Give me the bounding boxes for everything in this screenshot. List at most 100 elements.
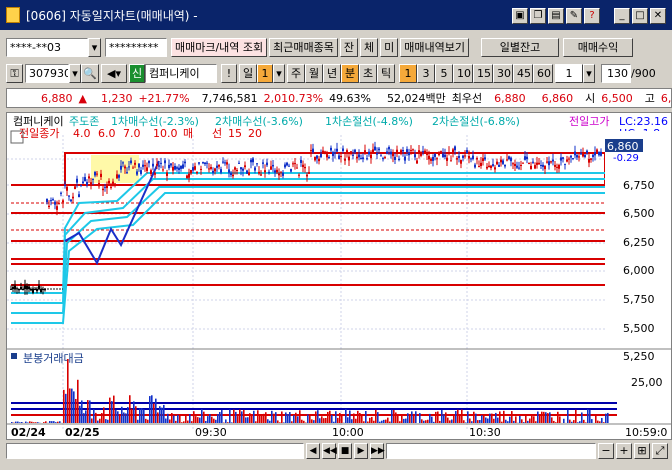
period-weekly-tab[interactable]: 주 [287, 63, 305, 83]
volume-bar [367, 421, 369, 423]
expand-button[interactable]: ⤢ [652, 443, 668, 459]
interval-3-button[interactable]: 3 [417, 63, 435, 83]
fit-button[interactable]: ⊞ [634, 443, 650, 459]
warning-mark[interactable]: ! [221, 63, 237, 83]
password-field[interactable]: ********* [105, 37, 167, 57]
y-tick-5: 5,500 [623, 322, 655, 335]
period-count-field[interactable]: 1 [257, 63, 273, 83]
volume-bar [569, 419, 571, 423]
volume-bar [151, 395, 153, 423]
volume-bar [451, 419, 453, 423]
interval-1-button[interactable]: 1 [399, 63, 417, 83]
maximize-button[interactable]: □ [632, 8, 648, 24]
interval-5-button[interactable]: 5 [435, 63, 453, 83]
search-icon[interactable]: 🔍 [81, 63, 99, 83]
candle-body [170, 163, 172, 166]
candle-body [198, 162, 200, 164]
candle-body [328, 156, 330, 159]
candle-body [442, 153, 444, 158]
volume-bar [233, 409, 235, 423]
period-yearly-tab[interactable]: 년 [323, 63, 341, 83]
period-monthly-tab[interactable]: 월 [305, 63, 323, 83]
candle-body [126, 172, 128, 174]
interval-30-button[interactable]: 30 [493, 63, 513, 83]
fast-forward-button[interactable]: ▶▶ [370, 443, 385, 459]
lock-icon[interactable]: ⚿ [6, 63, 23, 83]
filled-tab[interactable]: 체 [360, 37, 379, 57]
settings-icon[interactable]: ✎ [566, 8, 582, 24]
balance-tab[interactable]: 잔 [339, 37, 359, 57]
speaker-icon[interactable]: ◀▾ [101, 63, 127, 83]
code-dropdown-arrow[interactable]: ▾ [69, 63, 81, 83]
unfilled-tab[interactable]: 미 [380, 37, 399, 57]
volume-bar [49, 421, 51, 423]
bar-count-field[interactable]: 130 [601, 63, 631, 83]
rewind-button[interactable]: ◀◀ [322, 443, 337, 459]
volume-bar [355, 418, 357, 423]
zoom-in-button[interactable]: + [616, 443, 632, 459]
candle-body [156, 163, 158, 166]
interval-10-button[interactable]: 10 [453, 63, 473, 83]
print-icon[interactable]: ▤ [548, 8, 564, 24]
period-minute-tab[interactable]: 분 [341, 63, 359, 83]
volume-bar [579, 421, 581, 423]
volume-bar [169, 419, 171, 423]
candle-body [482, 158, 484, 162]
chart-scrollbar[interactable] [6, 443, 304, 459]
scroll-left-button[interactable]: ◀ [306, 443, 320, 459]
zoom-track[interactable] [386, 443, 596, 459]
minimize-button[interactable]: _ [614, 8, 630, 24]
period-dropdown-arrow[interactable]: ▾ [273, 63, 285, 83]
volume-bar [349, 410, 351, 423]
volume-bar [115, 409, 117, 423]
interval-60-button[interactable]: 60 [533, 63, 553, 83]
ma-param-2: 6.0 [98, 127, 116, 140]
stock-code-input[interactable]: 307930 [25, 63, 69, 83]
zoom-out-button[interactable]: − [598, 443, 614, 459]
price-chart[interactable]: 컴퍼니케이 주도존 1차매수선(-2.3%) 2차매수선(-3.6%) 1차손절… [6, 112, 672, 440]
link-icon[interactable]: ▣ [512, 8, 528, 24]
volume-bar [251, 414, 253, 423]
volume-bar [463, 420, 465, 423]
volume-bar [369, 417, 371, 423]
help-icon[interactable]: ? [584, 8, 600, 24]
recent-trades-button[interactable]: 최근매매종목 [269, 37, 338, 57]
period-daily-tab[interactable]: 일 [239, 63, 257, 83]
candle-body [186, 175, 188, 179]
candle-body [576, 155, 578, 158]
candle-body [314, 156, 316, 161]
volume-bar [199, 417, 201, 423]
custom-interval-field[interactable]: 1 [555, 63, 583, 83]
candle-body [140, 170, 142, 174]
trade-profit-button[interactable]: 매매수익 [563, 37, 634, 57]
volume-bar [601, 417, 603, 423]
volume-bar [179, 415, 181, 423]
account-select[interactable]: ****-**03 [6, 37, 88, 57]
candle-body [188, 173, 190, 178]
close-button[interactable]: ✕ [650, 8, 666, 24]
period-tick-tab[interactable]: 틱 [377, 63, 395, 83]
interval-45-button[interactable]: 45 [513, 63, 533, 83]
volume-bar [79, 405, 81, 423]
account-dropdown-arrow[interactable]: ▾ [88, 37, 101, 57]
volume-bar [291, 421, 293, 423]
candle-body [16, 288, 18, 290]
volume-bar [499, 411, 501, 423]
volume-bar [215, 419, 217, 423]
stop-button[interactable]: ■ [338, 443, 352, 459]
copy-icon[interactable]: ❐ [530, 8, 546, 24]
trade-history-view-button[interactable]: 매매내역보기 [400, 37, 470, 57]
candle-body [402, 150, 404, 152]
volume-bar [599, 421, 601, 423]
play-button[interactable]: ▶ [354, 443, 368, 459]
candle-body [470, 158, 472, 160]
volume-bar [555, 422, 557, 423]
custom-interval-arrow[interactable]: ▾ [583, 63, 595, 83]
interval-15-button[interactable]: 15 [473, 63, 493, 83]
candle-body [190, 169, 192, 174]
candle-body [80, 184, 82, 186]
trade-mark-query-button[interactable]: 매매마크/내역 조회 [171, 37, 268, 57]
volume-bar [313, 420, 315, 423]
daily-balance-button[interactable]: 일별잔고 [481, 37, 560, 57]
period-second-tab[interactable]: 초 [359, 63, 377, 83]
